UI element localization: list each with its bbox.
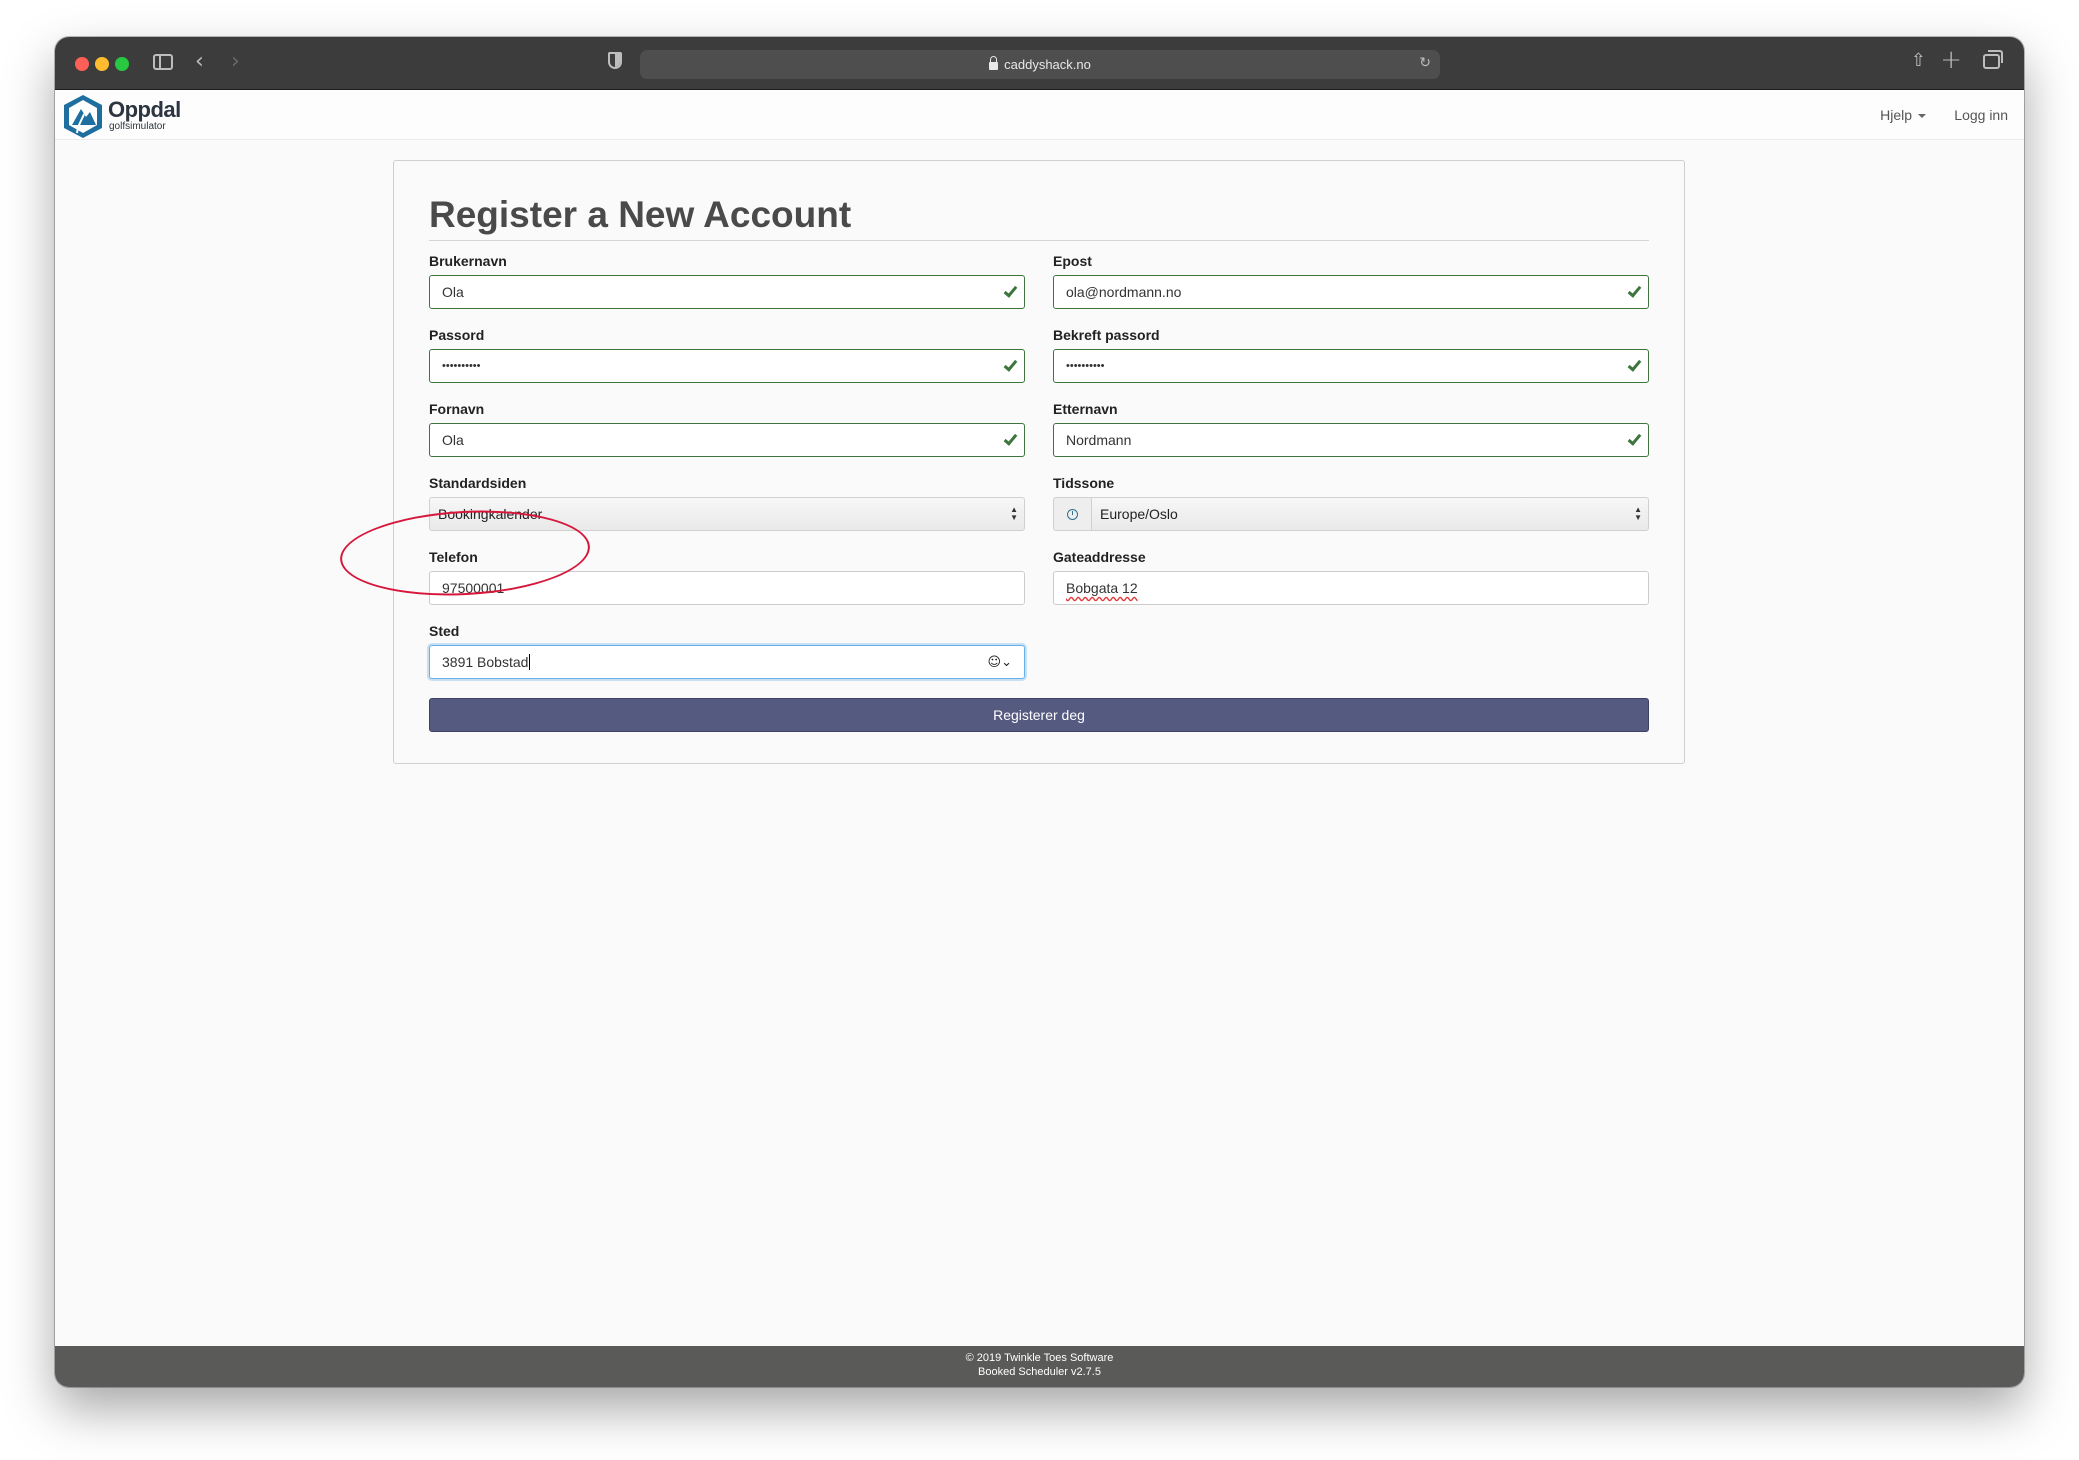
updown-arrows-icon: ▲ ▼: [1010, 505, 1018, 522]
minimize-window-button[interactable]: [95, 57, 109, 71]
place-value: 3891 Bobstad: [442, 654, 529, 670]
browser-window: ‹ › caddyshack.no ↻ ⇧ + Oppdal golfsimul…: [55, 37, 2024, 1387]
check-icon: [1003, 357, 1018, 372]
share-icon[interactable]: ⇧: [1911, 50, 1926, 71]
last-name-input[interactable]: Nordmann: [1053, 423, 1649, 457]
caret-down-icon: [1918, 114, 1926, 118]
street-input[interactable]: Bobgata 12: [1053, 571, 1649, 605]
logo-subtitle: golfsimulator: [109, 121, 166, 132]
email-value: ola@nordmann.no: [1066, 284, 1182, 300]
username-input[interactable]: Ola: [429, 275, 1025, 309]
clock-icon: [1067, 509, 1078, 520]
confirm-password-label: Bekreft passord: [1053, 327, 1160, 343]
sidebar-icon[interactable]: [153, 54, 173, 70]
close-window-button[interactable]: [75, 57, 89, 71]
street-label: Gateaddresse: [1053, 549, 1146, 565]
lock-icon: [989, 55, 999, 70]
help-menu-label: Hjelp: [1880, 107, 1912, 123]
last-name-value: Nordmann: [1066, 432, 1132, 448]
url-text: caddyshack.no: [1004, 57, 1091, 72]
password-value: ••••••••••: [442, 360, 481, 372]
last-name-label: Etternavn: [1053, 401, 1118, 417]
first-name-input[interactable]: Ola: [429, 423, 1025, 457]
footer-version: Booked Scheduler v2.7.5: [978, 1366, 1101, 1378]
street-value: Bobgata 12: [1066, 580, 1138, 596]
check-icon: [1627, 283, 1642, 298]
logo-title[interactable]: Oppdal: [108, 97, 181, 123]
place-label: Sted: [429, 623, 460, 639]
email-label: Epost: [1053, 253, 1092, 269]
login-link[interactable]: Logg inn: [1954, 107, 2008, 123]
password-label: Passord: [429, 327, 485, 343]
timezone-label: Tidssone: [1053, 475, 1115, 491]
help-menu[interactable]: Hjelp: [1880, 107, 1926, 123]
footer-copyright: © 2019 Twinkle Toes Software: [965, 1352, 1114, 1364]
default-page-label: Standardsiden: [429, 475, 527, 491]
plus-icon[interactable]: +: [1940, 45, 1962, 75]
check-icon: [1627, 431, 1642, 446]
browser-toolbar: ‹ › caddyshack.no ↻ ⇧ +: [55, 37, 2024, 90]
updown-arrows-icon: ▲ ▼: [1634, 505, 1642, 522]
confirm-password-input[interactable]: ••••••••••: [1053, 349, 1649, 383]
forward-icon[interactable]: ›: [231, 49, 240, 74]
title-divider: [429, 240, 1649, 241]
username-label: Brukernavn: [429, 253, 507, 269]
reload-icon[interactable]: ↻: [1419, 55, 1431, 71]
contact-autofill-icon[interactable]: ☺⌄: [988, 655, 1012, 670]
timezone-select[interactable]: Europe/Oslo ▲ ▼: [1091, 497, 1649, 531]
register-panel: Register a New Account Brukernavn Ola Ep…: [393, 160, 1685, 764]
check-icon: [1003, 283, 1018, 298]
zoom-window-button[interactable]: [115, 57, 129, 71]
tabs-icon[interactable]: [1983, 50, 2003, 69]
password-input[interactable]: ••••••••••: [429, 349, 1025, 383]
text-cursor: [529, 654, 531, 670]
username-value: Ola: [442, 284, 464, 300]
check-icon: [1627, 357, 1642, 372]
place-input[interactable]: 3891 Bobstad ☺⌄: [429, 645, 1025, 679]
address-bar[interactable]: caddyshack.no ↻: [640, 50, 1440, 79]
timezone-addon: [1053, 497, 1091, 531]
site-navbar: Oppdal golfsimulator Hjelp Logg inn: [55, 90, 2024, 140]
back-icon[interactable]: ‹: [195, 49, 204, 74]
footer: © 2019 Twinkle Toes Software Booked Sche…: [55, 1346, 2024, 1387]
shield-icon[interactable]: [608, 52, 622, 69]
confirm-password-value: ••••••••••: [1066, 360, 1105, 372]
timezone-value: Europe/Oslo: [1100, 506, 1178, 522]
first-name-label: Fornavn: [429, 401, 485, 417]
register-button[interactable]: Registerer deg: [429, 698, 1649, 732]
page-title: Register a New Account: [429, 194, 852, 235]
check-icon: [1003, 431, 1018, 446]
logo-mark-icon[interactable]: [62, 94, 104, 139]
email-input[interactable]: ola@nordmann.no: [1053, 275, 1649, 309]
first-name-value: Ola: [442, 432, 464, 448]
